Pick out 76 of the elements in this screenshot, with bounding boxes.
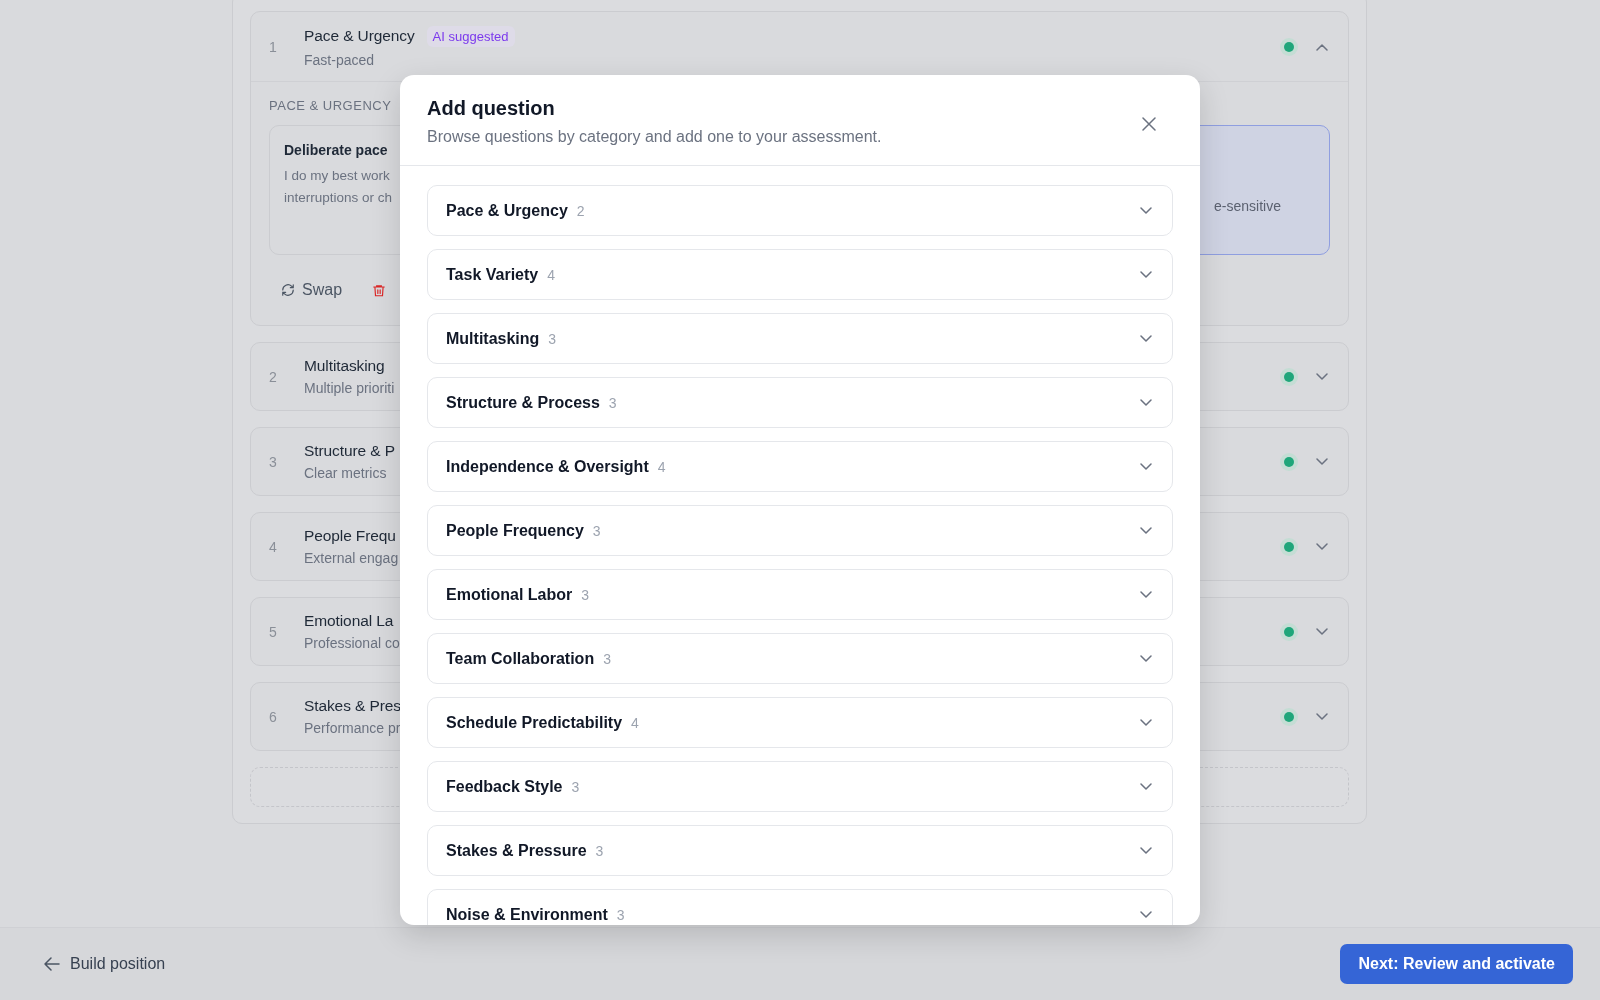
question-subtitle: Performance pr: [304, 720, 401, 736]
question-title: Emotional La: [304, 612, 394, 630]
chevron-down-icon: [1140, 590, 1152, 599]
back-button[interactable]: Build position: [44, 955, 166, 973]
chevron-down-icon: [1140, 718, 1152, 727]
close-icon: [1142, 117, 1156, 131]
dialog-subtitle: Browse questions by category and add one to your assessment.: [427, 128, 882, 146]
option-text: I do my best work: [284, 168, 390, 184]
chevron-down-icon: [1140, 526, 1152, 535]
status-dot: [1284, 541, 1294, 552]
status-dot: [1284, 711, 1294, 722]
question-subtitle: Clear metrics: [304, 465, 387, 481]
chevron-down-icon: [1140, 654, 1152, 663]
question-number: 4: [269, 538, 278, 555]
option-text: e-sensitive: [1214, 198, 1281, 214]
question-number: 3: [269, 453, 278, 470]
question-number: 5: [269, 623, 278, 640]
chevron-down-icon: [1140, 846, 1152, 855]
expand-toggle[interactable]: [1316, 712, 1328, 721]
chevron-up-icon: [1316, 42, 1328, 51]
category-item[interactable]: Noise & Environment 3: [427, 889, 1173, 925]
question-title: People Frequ: [304, 527, 396, 545]
category-item[interactable]: Pace & Urgency 2: [427, 185, 1173, 236]
next-button[interactable]: Next: Review and activate: [1340, 944, 1573, 984]
status-dot: [1284, 456, 1294, 467]
chevron-down-icon: [1316, 372, 1328, 381]
dialog-title: Add question: [427, 97, 556, 120]
question-number: 6: [269, 708, 278, 725]
chevron-down-icon: [1316, 457, 1328, 466]
chevron-down-icon: [1140, 462, 1152, 471]
expand-toggle[interactable]: [1316, 42, 1328, 51]
question-number: 2: [269, 368, 278, 385]
question-title: Pace & Urgency: [304, 27, 415, 45]
swap-button[interactable]: Swap: [281, 281, 343, 299]
category-item[interactable]: Multitasking 3: [427, 313, 1173, 364]
option-title: Deliberate pace: [284, 142, 388, 158]
question-subtitle: External engag: [304, 550, 399, 566]
delete-button[interactable]: [372, 282, 387, 298]
chevron-down-icon: [1140, 334, 1152, 343]
category-item[interactable]: Task Variety 4: [427, 249, 1173, 300]
question-subtitle: Fast-paced: [304, 51, 375, 68]
arrow-left-icon: [44, 957, 60, 971]
question-subtitle: Professional co: [304, 635, 400, 651]
status-dot: [1284, 626, 1294, 637]
chevron-down-icon: [1316, 712, 1328, 721]
chevron-down-icon: [1140, 782, 1152, 791]
question-title: Multitasking: [304, 357, 385, 375]
question-title: Structure & P: [304, 442, 395, 460]
question-subtitle: Multiple prioriti: [304, 380, 395, 396]
expand-toggle[interactable]: [1316, 627, 1328, 636]
category-item[interactable]: People Frequency 3: [427, 505, 1173, 556]
category-item[interactable]: Emotional Labor 3: [427, 569, 1173, 620]
status-dot: [1284, 41, 1294, 52]
option-text: interruptions or ch: [284, 190, 393, 206]
chevron-down-icon: [1140, 270, 1152, 279]
chevron-down-icon: [1140, 910, 1152, 919]
ai-badge: AI suggested: [426, 25, 515, 47]
chevron-down-icon: [1140, 398, 1152, 407]
question-number: 1: [269, 38, 278, 55]
trash-icon: [372, 282, 387, 298]
category-item[interactable]: Structure & Process 3: [427, 377, 1173, 428]
expand-toggle[interactable]: [1316, 542, 1328, 551]
section-label: PACE & URGENCY: [269, 98, 392, 113]
chevron-down-icon: [1140, 206, 1152, 215]
category-item[interactable]: Stakes & Pressure 3: [427, 825, 1173, 876]
expand-toggle[interactable]: [1316, 372, 1328, 381]
category-item[interactable]: Feedback Style 3: [427, 761, 1173, 812]
category-item[interactable]: Schedule Predictability 4: [427, 697, 1173, 748]
status-dot: [1284, 371, 1294, 382]
chevron-down-icon: [1316, 542, 1328, 551]
refresh-icon: [281, 283, 295, 297]
chevron-down-icon: [1316, 627, 1328, 636]
expand-toggle[interactable]: [1316, 457, 1328, 466]
category-item[interactable]: Independence & Oversight 4: [427, 441, 1173, 492]
category-item[interactable]: Team Collaboration 3: [427, 633, 1173, 684]
question-title: Stakes & Pres: [304, 697, 401, 715]
